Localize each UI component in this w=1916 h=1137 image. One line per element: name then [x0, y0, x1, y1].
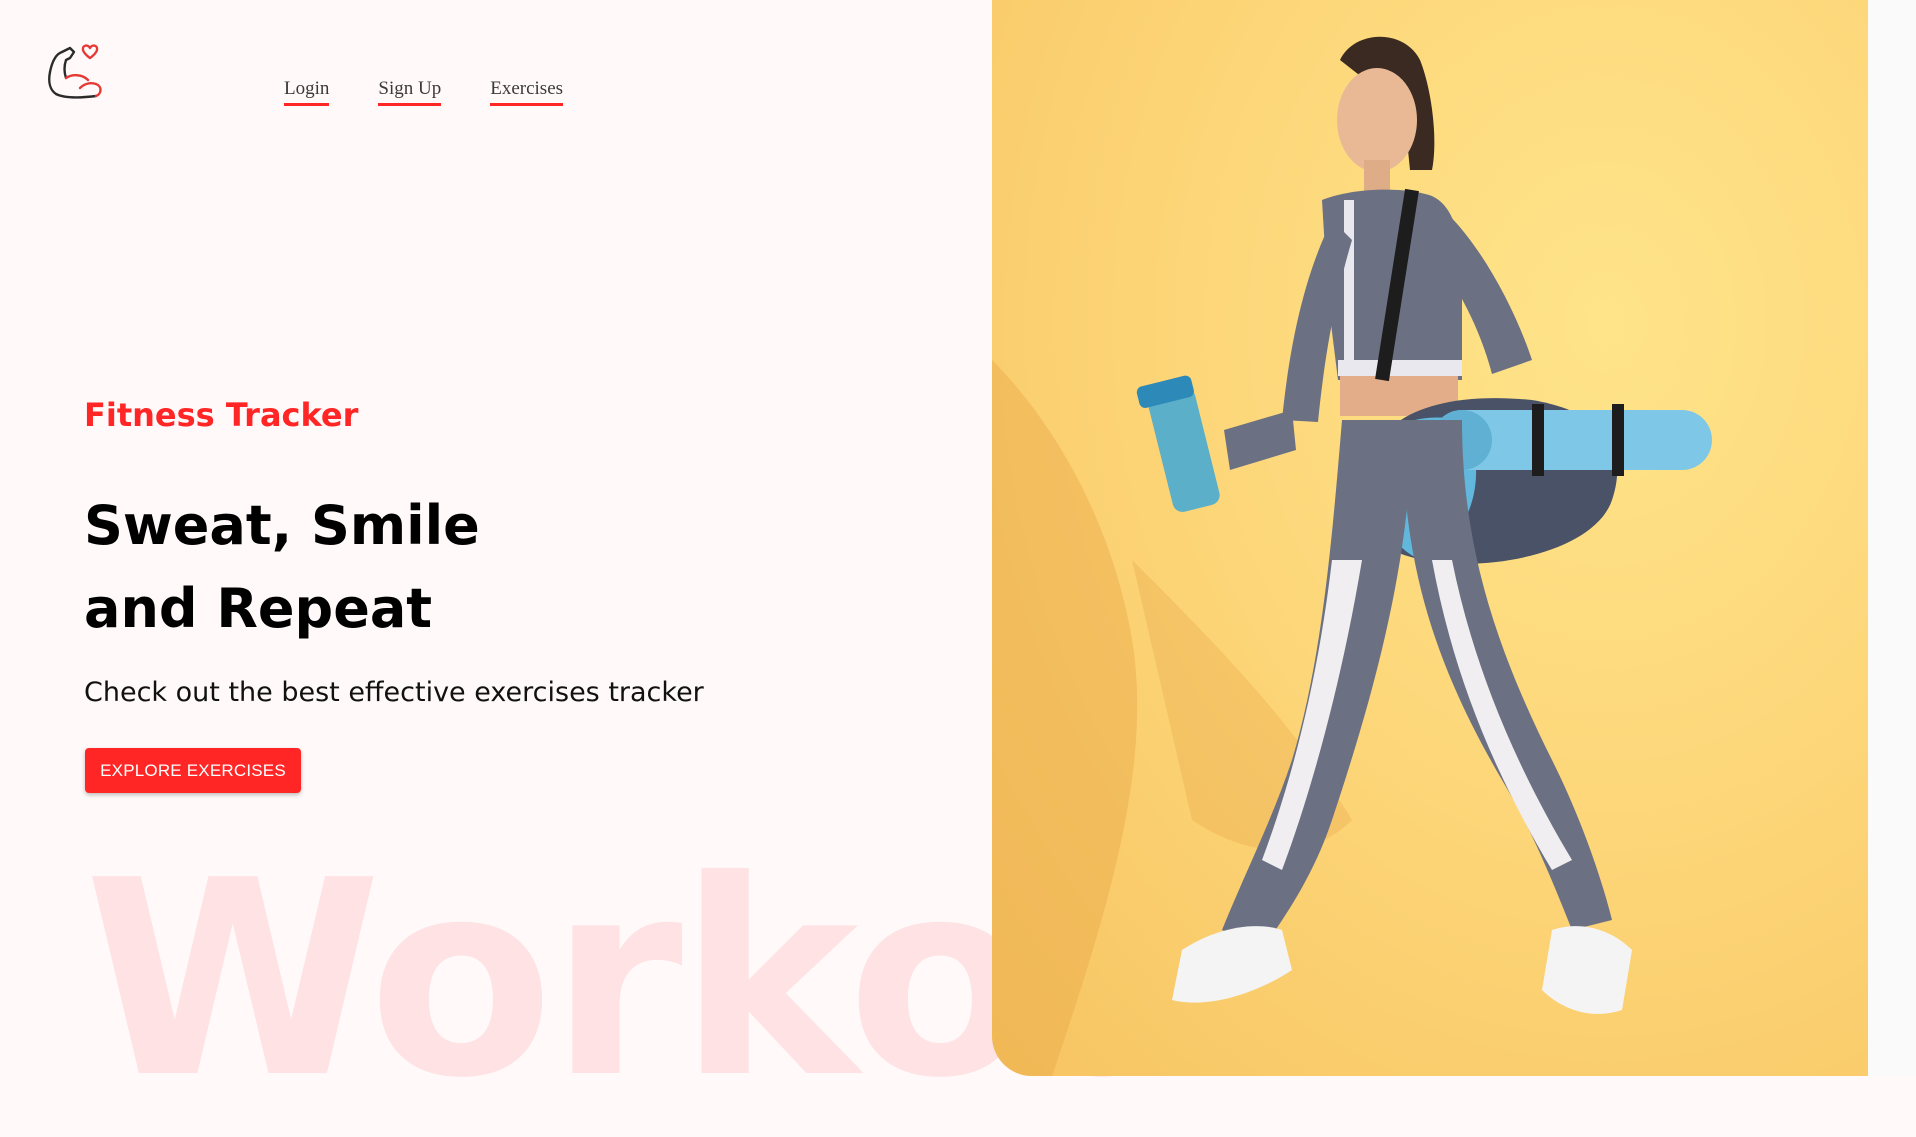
hero-banner-image — [992, 0, 1868, 1076]
nav-exercises-link[interactable]: Exercises — [490, 78, 564, 106]
hero-eyebrow: Fitness Tracker — [84, 396, 359, 434]
hero-title-line-1: Sweat, Smile — [84, 494, 480, 557]
logo-icon[interactable] — [44, 38, 108, 102]
nav-login-link[interactable]: Login — [284, 78, 330, 106]
hero-title-line-2: and Repeat — [84, 577, 433, 640]
nav-signup-link[interactable]: Sign Up — [378, 78, 442, 106]
hero-subtitle: Check out the best effective exercises t… — [84, 677, 704, 708]
hero-title: Sweat, Smile and Repeat — [84, 484, 480, 650]
right-edge-strip — [1868, 0, 1916, 1076]
explore-exercises-button[interactable]: EXPLORE EXERCISES — [85, 748, 301, 793]
wall-shadow — [992, 360, 1138, 1076]
main-nav: Login Sign Up Exercises — [284, 78, 564, 106]
